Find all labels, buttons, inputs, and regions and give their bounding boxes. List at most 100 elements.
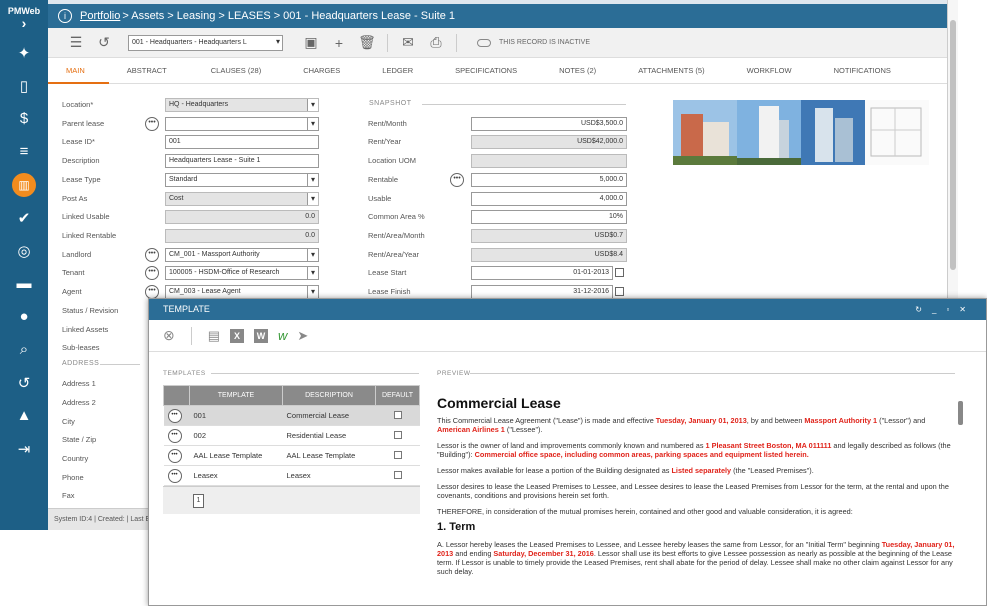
search-icon[interactable]: ⌕ xyxy=(0,333,48,366)
dollar-icon[interactable]: $ xyxy=(0,102,48,135)
user-icon[interactable]: ● xyxy=(0,300,48,333)
breadcrumb-path: > Assets > Leasing > LEASES > 001 - Head… xyxy=(122,10,456,22)
agent-picker[interactable]: ••• xyxy=(145,285,159,299)
building-photo-2[interactable] xyxy=(737,100,801,165)
rentable-field[interactable]: 5,000.0 xyxy=(471,173,627,187)
history-icon[interactable]: ↺ xyxy=(0,366,48,399)
word-icon[interactable]: W xyxy=(254,328,269,343)
close-icon[interactable]: ✕ xyxy=(959,305,976,314)
tenant-picker[interactable]: ••• xyxy=(145,266,159,280)
tenant-select[interactable]: 100005 - HSDM-Office of Research xyxy=(165,266,319,280)
briefcase-icon[interactable]: ▬ xyxy=(0,267,48,300)
tab-specifications[interactable]: SPECIFICATIONS xyxy=(437,58,541,84)
field-label: Rent/Area/Year xyxy=(368,250,420,259)
templates-section: TEMPLATES xyxy=(163,370,206,377)
delete-icon[interactable]: 🗑 xyxy=(353,34,381,51)
lease-start-field[interactable]: 01-01-2013 xyxy=(471,266,613,280)
info-icon[interactable]: i xyxy=(58,9,72,23)
post-as-select[interactable]: Cost xyxy=(165,192,319,206)
building-icon[interactable]: ▥ xyxy=(0,168,48,201)
rent-month-field[interactable]: USD$3,500.0 xyxy=(471,117,627,131)
maximize-icon[interactable]: ▫ xyxy=(946,305,959,314)
toolbar: ☰ ↺ 001 - Headquarters - Headquarters L … xyxy=(48,28,947,58)
tab-charges[interactable]: CHARGES xyxy=(285,58,364,84)
check-icon[interactable]: ✔ xyxy=(0,201,48,234)
pdf-icon[interactable]: ▤ xyxy=(208,328,220,344)
field-label: Phone xyxy=(62,473,84,482)
default-checkbox[interactable] xyxy=(393,410,402,419)
rentable-picker[interactable]: ••• xyxy=(450,173,464,187)
preview-scrollbar[interactable] xyxy=(957,389,965,599)
document-icon[interactable]: ▯ xyxy=(0,69,48,102)
graduation-icon[interactable]: ▲ xyxy=(0,399,48,432)
address-section: ADDRESS xyxy=(62,360,100,367)
field-label: Rent/Month xyxy=(368,119,407,128)
description-field[interactable]: Headquarters Lease - Suite 1 xyxy=(165,154,319,168)
minimize-icon[interactable]: _ xyxy=(932,305,946,314)
expand-arrow-icon[interactable]: › xyxy=(0,16,48,30)
preview-document: Commercial Lease This Commercial Lease A… xyxy=(437,387,957,597)
pmweb-logo[interactable]: PMWeb › xyxy=(0,0,48,36)
save-icon[interactable]: ▣ xyxy=(297,34,325,51)
lease-id-field[interactable]: 001 xyxy=(165,135,319,149)
tab-clauses[interactable]: CLAUSES (28) xyxy=(191,58,285,84)
inactive-toggle[interactable] xyxy=(477,38,491,47)
bulb-icon[interactable]: ✦ xyxy=(0,36,48,69)
gantt-icon[interactable]: ≡ xyxy=(0,135,48,168)
logout-icon[interactable]: ⇥ xyxy=(0,432,48,465)
lease-type-select[interactable]: Standard xyxy=(165,173,319,187)
landlord-select[interactable]: CM_001 - Massport Authority xyxy=(165,248,319,262)
pmweb-export-icon[interactable]: w xyxy=(278,328,287,343)
table-row[interactable]: ••• Leasex Leasex xyxy=(163,465,420,486)
building-photo-1[interactable] xyxy=(673,100,737,165)
table-row[interactable]: ••• 001 Commercial Lease xyxy=(163,405,420,426)
default-checkbox[interactable] xyxy=(393,450,402,459)
tab-main[interactable]: MAIN xyxy=(48,58,109,84)
preview-paragraph: A. Lessor hereby leases the Leased Premi… xyxy=(437,540,955,576)
default-checkbox[interactable] xyxy=(393,430,402,439)
row-menu-icon[interactable]: ••• xyxy=(167,468,182,483)
refresh-icon[interactable]: ↻ xyxy=(915,305,932,314)
page-scrollbar[interactable] xyxy=(948,0,958,300)
excel-icon[interactable]: X xyxy=(230,328,245,343)
location-select[interactable]: HQ - Headquarters xyxy=(165,98,319,112)
calendar-icon[interactable] xyxy=(615,268,624,277)
row-menu-icon[interactable]: ••• xyxy=(167,448,182,463)
list-icon[interactable]: ☰ xyxy=(62,34,90,51)
globe-icon[interactable]: ◎ xyxy=(0,234,48,267)
tab-abstract[interactable]: ABSTRACT xyxy=(109,58,191,84)
tab-workflow[interactable]: WORKFLOW xyxy=(729,58,816,84)
calendar-icon[interactable] xyxy=(615,287,624,296)
default-checkbox[interactable] xyxy=(393,470,402,479)
tab-attachments[interactable]: ATTACHMENTS (5) xyxy=(620,58,728,84)
column-header[interactable]: TEMPLATE xyxy=(189,385,283,406)
row-menu-icon[interactable]: ••• xyxy=(167,428,182,443)
table-row[interactable]: ••• AAL Lease Template AAL Lease Templat… xyxy=(163,445,420,466)
parent-lease-select[interactable] xyxy=(165,117,319,131)
tab-ledger[interactable]: LEDGER xyxy=(364,58,437,84)
tab-notes[interactable]: NOTES (2) xyxy=(541,58,620,84)
email-icon[interactable]: ✉ xyxy=(394,34,422,51)
usable-field[interactable]: 4,000.0 xyxy=(471,192,627,206)
record-select[interactable]: 001 - Headquarters - Headquarters L xyxy=(128,34,283,51)
floorplan-drawing[interactable] xyxy=(865,100,929,165)
page-1-button[interactable]: 1 xyxy=(193,494,204,508)
lease-finish-field[interactable]: 31-12-2016 xyxy=(471,285,613,299)
cancel-icon[interactable]: ⊗ xyxy=(163,327,175,344)
table-row[interactable]: ••• 002 Residential Lease xyxy=(163,425,420,446)
field-label: City xyxy=(62,417,75,426)
common-area-field[interactable]: 10% xyxy=(471,210,627,224)
building-photo-3[interactable] xyxy=(801,100,865,165)
parent-lease-picker[interactable]: ••• xyxy=(145,117,159,131)
column-header[interactable]: DEFAULT xyxy=(375,385,420,406)
tab-notifications[interactable]: NOTIFICATIONS xyxy=(816,58,915,84)
send-icon[interactable]: ➤ xyxy=(297,328,308,344)
agent-select[interactable]: CM_003 - Lease Agent xyxy=(165,285,319,299)
column-header[interactable]: DESCRIPTION xyxy=(282,385,376,406)
history-icon[interactable]: ↺ xyxy=(90,34,118,51)
add-icon[interactable]: + xyxy=(325,35,353,51)
landlord-picker[interactable]: ••• xyxy=(145,248,159,262)
row-menu-icon[interactable]: ••• xyxy=(167,408,182,423)
breadcrumb-portfolio-link[interactable]: Portfolio xyxy=(80,10,120,22)
print-icon[interactable]: ⎙ xyxy=(422,34,450,51)
